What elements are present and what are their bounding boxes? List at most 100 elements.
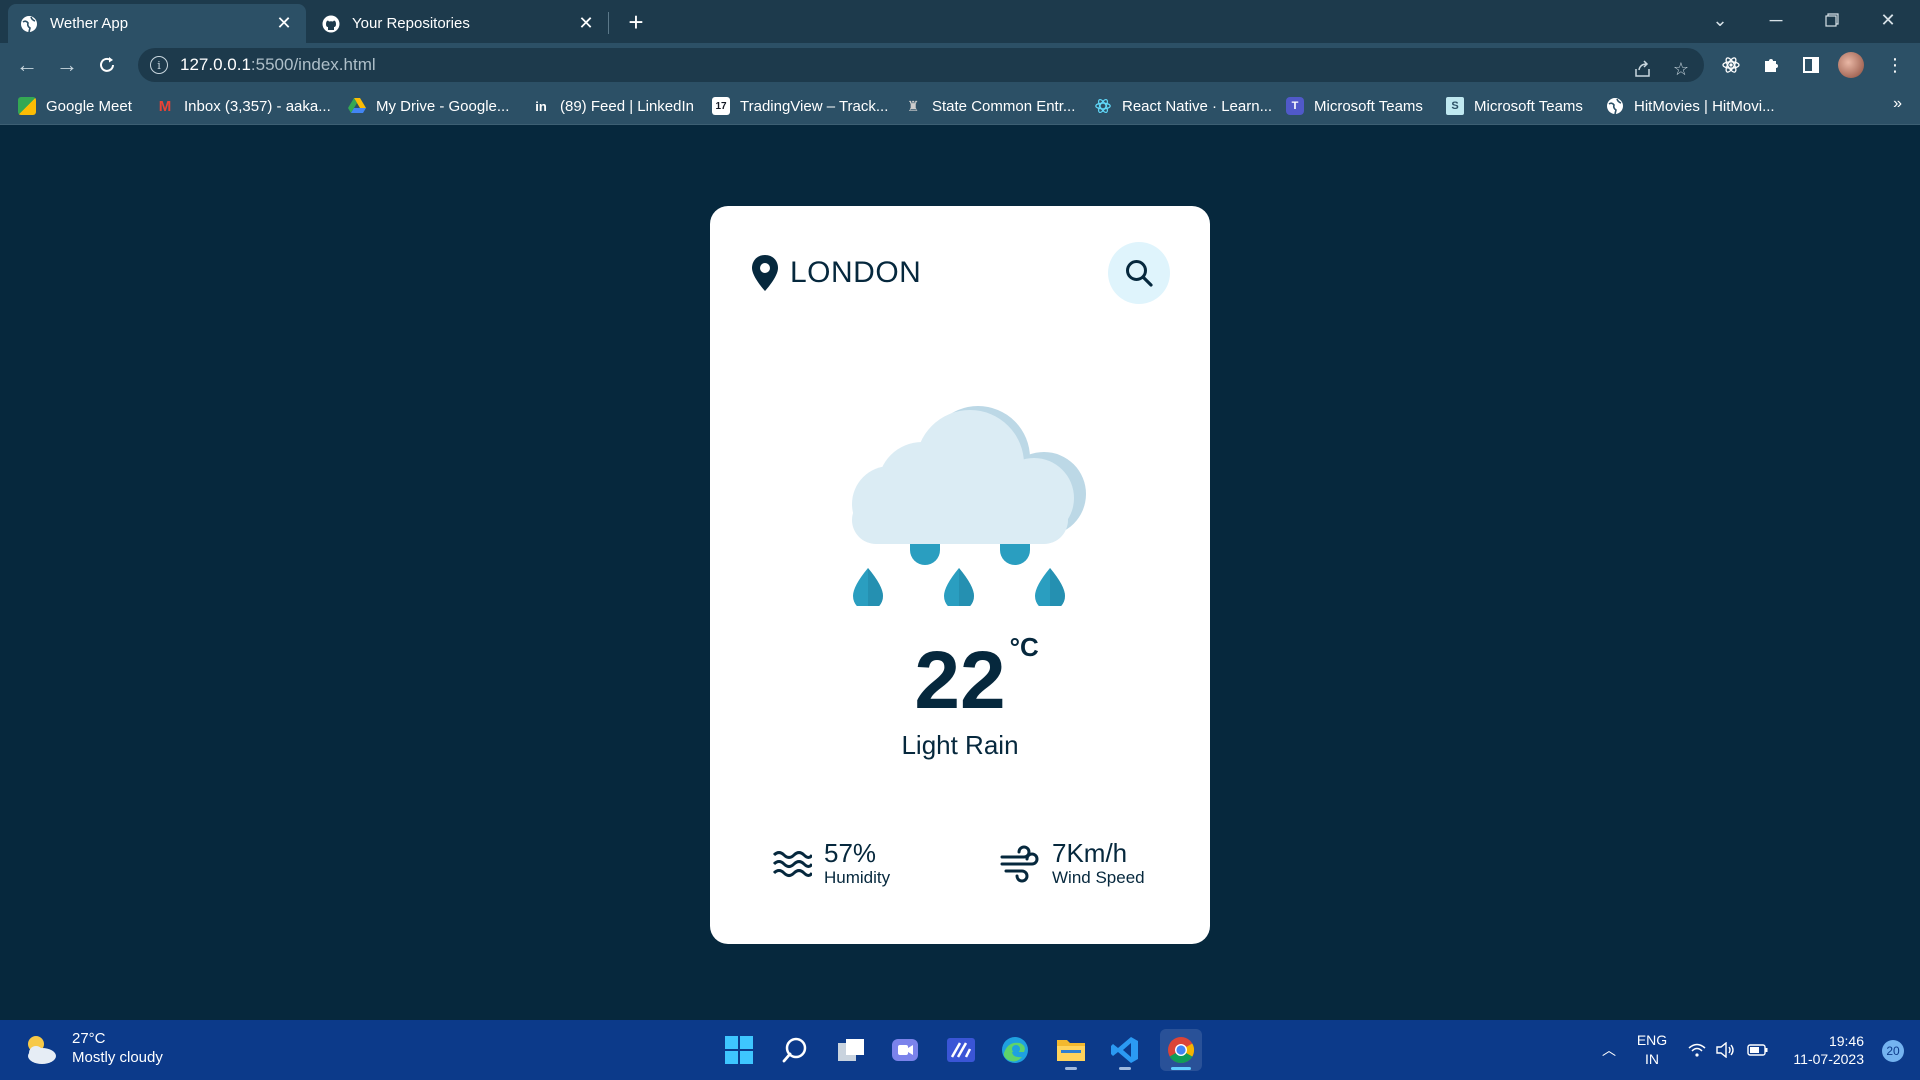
language-code: ENG — [1636, 1032, 1668, 1048]
taskbar-chrome-button[interactable] — [1160, 1029, 1202, 1071]
browser-toolbar: ← → i 127.0.0.1:5500/index.html ☆ ⋮ — [0, 43, 1920, 87]
city-name: LONDON — [790, 256, 922, 289]
menu-kebab-icon[interactable]: ⋮ — [1880, 50, 1910, 80]
close-tab-icon[interactable]: ✕ — [274, 13, 294, 34]
back-arrow-icon[interactable]: ← — [12, 50, 42, 80]
url-path: :5500/index.html — [250, 55, 376, 74]
taskbar-app-editor[interactable] — [940, 1029, 982, 1071]
clock-date: 11-07-2023 — [1793, 1051, 1864, 1067]
side-panel-icon[interactable] — [1796, 50, 1826, 80]
bookmark-item[interactable]: HitMovies | HitMovi... — [1606, 93, 1775, 119]
app-editor-icon — [947, 1038, 975, 1062]
tradingview-icon: 17 — [712, 97, 730, 115]
bookmark-item[interactable]: My Drive - Google... — [348, 93, 509, 119]
bookmark-label: Google Meet — [46, 97, 132, 115]
linkedin-icon: in — [535, 98, 547, 114]
bookmark-item[interactable]: ♜ State Common Entr... — [904, 93, 1076, 119]
vscode-icon — [1111, 1037, 1138, 1063]
humidity-label: Humidity — [824, 868, 891, 887]
teams-chat-icon — [892, 1039, 918, 1061]
profile-avatar[interactable] — [1836, 50, 1866, 80]
forward-arrow-icon[interactable]: → — [52, 50, 82, 80]
react-icon — [1094, 97, 1112, 115]
site-info-icon[interactable]: i — [150, 56, 168, 74]
close-window-icon[interactable]: ✕ — [1860, 0, 1916, 40]
url-host: 127.0.0.1 — [180, 55, 251, 74]
taskbar-file-explorer-button[interactable] — [1050, 1029, 1092, 1071]
address-bar[interactable]: i 127.0.0.1:5500/index.html ☆ — [138, 48, 1704, 82]
humidity-detail: 57% Humidity — [772, 838, 890, 888]
task-view-button[interactable] — [830, 1029, 872, 1071]
react-devtools-icon[interactable] — [1716, 50, 1746, 80]
taskbar-weather-widget[interactable]: 27°C Mostly cloudy — [22, 1030, 163, 1068]
bookmark-item[interactable]: in (89) Feed | LinkedIn — [532, 93, 694, 119]
bookmark-item[interactable]: T Microsoft Teams — [1286, 93, 1423, 119]
volume-icon[interactable] — [1714, 1038, 1738, 1062]
weather-card: LONDON 22 °C Light Rain 57% Humidity 7Km… — [710, 206, 1210, 944]
battery-icon[interactable] — [1746, 1038, 1770, 1062]
running-indicator — [1119, 1067, 1131, 1070]
windows-logo-icon — [725, 1036, 753, 1064]
tab-title: Your Repositories — [352, 15, 470, 32]
bookmark-item[interactable]: Google Meet — [18, 93, 132, 119]
chrome-icon — [1168, 1037, 1195, 1064]
notification-count-badge[interactable]: 20 — [1882, 1040, 1904, 1062]
bookmark-item[interactable]: M Inbox (3,357) - aaka... — [156, 93, 331, 119]
taskbar-search-button[interactable] — [774, 1029, 816, 1071]
bookmark-label: Microsoft Teams — [1314, 97, 1423, 115]
bookmark-label: State Common Entr... — [932, 97, 1076, 115]
bookmark-label: (89) Feed | LinkedIn — [560, 97, 694, 115]
search-button[interactable] — [1108, 242, 1170, 304]
taskbar-weather-temp: 27°C — [72, 1030, 106, 1047]
bookmark-label: React Native · Learn... — [1122, 97, 1273, 115]
wind-label: Wind Speed — [1052, 868, 1145, 887]
wind-value: 7Km/h — [1052, 838, 1128, 868]
teams-s-icon: S — [1446, 97, 1464, 115]
windows-taskbar: 27°C Mostly cloudy ︿ ENG IN 19:46 11-07-… — [0, 1020, 1920, 1080]
bookmark-item[interactable]: 17 TradingView – Track... — [712, 93, 888, 119]
tab-search-chevron-icon[interactable]: ⌄ — [1692, 0, 1748, 40]
clock-time: 19:46 — [1828, 1033, 1864, 1049]
location-pin-icon — [752, 255, 778, 291]
drive-icon — [348, 97, 366, 115]
wind-icon — [1000, 845, 1039, 883]
light-rain-icon — [852, 406, 1086, 606]
globe-icon — [20, 15, 38, 33]
meet-icon — [18, 97, 36, 115]
bookmark-label: Microsoft Teams — [1474, 97, 1583, 115]
taskbar-edge-button[interactable] — [994, 1029, 1036, 1071]
bookmark-label: HitMovies | HitMovi... — [1634, 97, 1775, 115]
reload-icon[interactable] — [92, 50, 122, 80]
bookmark-star-icon[interactable]: ☆ — [1664, 52, 1698, 86]
start-button[interactable] — [718, 1029, 760, 1071]
running-indicator — [1065, 1067, 1077, 1070]
language-indicator[interactable]: ENG IN — [1632, 1030, 1672, 1070]
minimize-icon[interactable]: ─ — [1748, 0, 1804, 40]
new-tab-button[interactable]: + — [622, 7, 650, 37]
share-icon[interactable] — [1626, 52, 1660, 86]
github-icon — [322, 15, 340, 33]
taskbar-vscode-button[interactable] — [1104, 1029, 1146, 1071]
show-hidden-icons-chevron-icon[interactable]: ︿ — [1596, 1038, 1622, 1062]
wifi-icon[interactable] — [1686, 1038, 1708, 1062]
restore-icon[interactable] — [1804, 0, 1860, 40]
bookmark-item[interactable]: React Native · Learn... — [1094, 93, 1272, 119]
tab-weather-app[interactable]: Wether App ✕ — [8, 4, 306, 43]
globe-icon — [1606, 97, 1624, 115]
extensions-puzzle-icon[interactable] — [1756, 50, 1786, 80]
tab-your-repositories[interactable]: Your Repositories ✕ — [310, 4, 608, 43]
bookmark-label: Inbox (3,357) - aaka... — [184, 97, 331, 115]
tab-separator — [608, 12, 609, 34]
taskbar-clock[interactable]: 19:46 11-07-2023 — [1793, 1032, 1864, 1068]
bookmarks-overflow-button[interactable]: » — [1893, 95, 1902, 113]
temperature-unit: °C — [1009, 632, 1039, 662]
emblem-icon: ♜ — [906, 97, 920, 114]
tab-title: Wether App — [50, 15, 129, 32]
folder-icon — [1057, 1040, 1085, 1061]
temperature-display: 22 °C — [710, 632, 1210, 726]
close-tab-icon[interactable]: ✕ — [576, 13, 596, 34]
wind-detail: 7Km/h Wind Speed — [1000, 838, 1145, 888]
teams-chat-button[interactable] — [884, 1029, 926, 1071]
search-icon — [1126, 260, 1153, 287]
bookmark-item[interactable]: S Microsoft Teams — [1446, 93, 1583, 119]
